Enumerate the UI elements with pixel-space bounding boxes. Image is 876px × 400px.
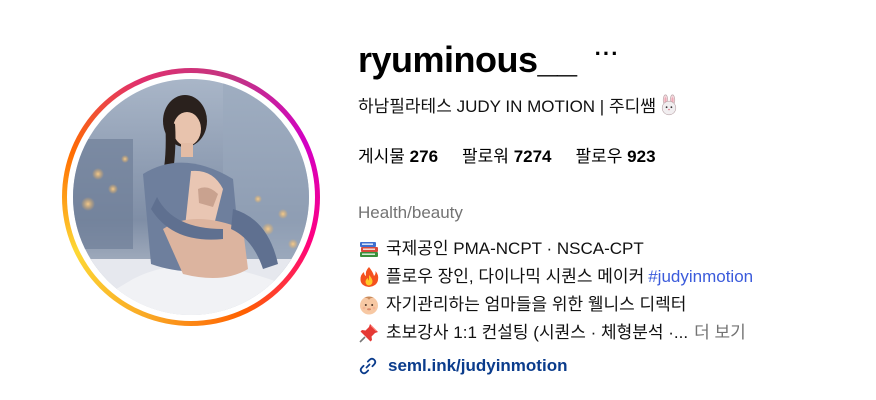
fire-icon: [358, 266, 380, 288]
link-text: seml.ink/judyinmotion: [388, 356, 568, 375]
stat-label: 팔로워: [462, 147, 509, 166]
bio-text: 플로우 장인, 다이나믹 시퀀스 메이커: [386, 267, 645, 286]
hashtag-link[interactable]: #judyinmotion: [648, 263, 753, 291]
bio-more-button[interactable]: 더 보기: [694, 319, 746, 347]
more-options-button[interactable]: ···: [595, 41, 620, 67]
bio-text: 자기관리하는 엄마들을 위한 웰니스 디렉터: [386, 295, 687, 314]
followers-count[interactable]: 팔로워 7274: [462, 142, 551, 167]
stat-label: 게시물: [358, 147, 405, 166]
bio-text: 국제공인 PMA-NCPT · NSCA-CPT: [386, 239, 644, 258]
bio-text: 초보강사 1:1 컨설팅 (시퀀스 · 체형분석 ·...: [386, 323, 689, 342]
stat-value: 7274: [513, 147, 552, 166]
link-icon: [358, 356, 378, 376]
stat-value: 276: [409, 147, 439, 166]
full-name-text: 하남필라테스 JUDY IN MOTION | 주디쌤: [358, 97, 656, 116]
following-count[interactable]: 팔로우 923: [576, 142, 656, 167]
profile-category: Health/beauty: [358, 203, 463, 222]
stat-label: 팔로우: [575, 147, 623, 166]
rabbit-face-icon: [658, 94, 680, 116]
posts-count: 게시물 276: [358, 142, 438, 167]
profile-external-link[interactable]: seml.ink/judyinmotion: [358, 356, 567, 376]
bio-line-1: 국제공인 PMA-NCPT · NSCA-CPT: [358, 235, 753, 263]
bio-line-4: 초보강사 1:1 컨설팅 (시퀀스 · 체형분석 ·... 더 보기: [358, 319, 753, 347]
profile-stats: 게시물 276 팔로워 7274 팔로우 923: [358, 142, 680, 167]
books-icon: [358, 238, 380, 260]
bio-line-3: 자기관리하는 엄마들을 위한 웰니스 디렉터: [358, 291, 753, 319]
avatar-photo: [73, 79, 309, 315]
bio-line-2: 플로우 장인, 다이나믹 시퀀스 메이커 #judyinmotion: [358, 263, 753, 291]
stat-value: 923: [627, 147, 656, 166]
profile-username: ryuminous__: [358, 39, 577, 80]
profile-avatar[interactable]: [62, 68, 320, 326]
profile-full-name: 하남필라테스 JUDY IN MOTION | 주디쌤: [358, 92, 680, 117]
profile-bio: 국제공인 PMA-NCPT · NSCA-CPT 플로우 장인, 다이나믹 시퀀…: [358, 235, 753, 347]
pushpin-icon: [358, 322, 380, 344]
avatar-gap: [67, 73, 315, 321]
story-ring: [62, 68, 320, 326]
baby-icon: [358, 294, 380, 316]
